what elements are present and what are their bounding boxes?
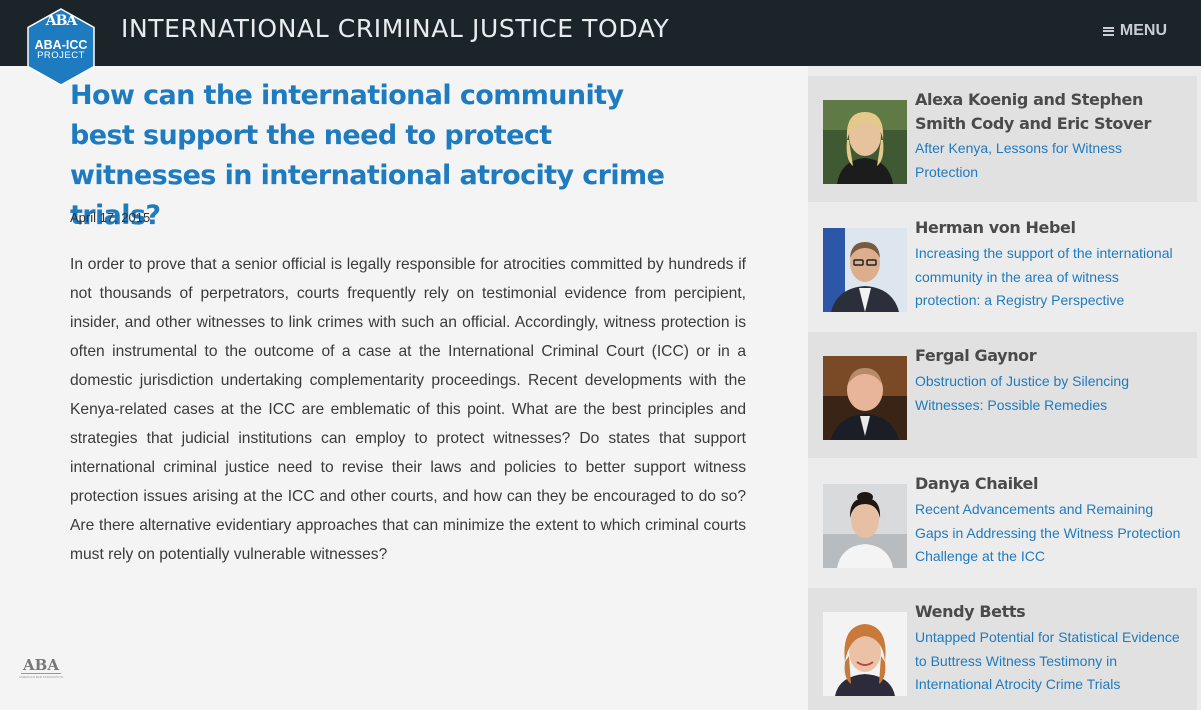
menu-label: MENU xyxy=(1119,22,1167,39)
contributor-photo[interactable] xyxy=(823,228,907,312)
article-title: How can the international community best… xyxy=(70,80,665,231)
contributor-photo[interactable] xyxy=(823,484,907,568)
contributor-photo[interactable] xyxy=(823,356,907,440)
aba-footer-logo-icon[interactable]: ABA AMERICAN BAR ASSOCIATION xyxy=(18,655,64,679)
article-body: In order to prove that a senior official… xyxy=(70,256,746,563)
sidebar-item[interactable]: Herman von Hebel Increasing the support … xyxy=(808,204,1197,330)
article-link[interactable]: Recent Advancements and Remaining Gaps i… xyxy=(915,498,1187,569)
logo-aba-mark: ABA xyxy=(45,13,78,29)
contributor-photo[interactable] xyxy=(823,100,907,184)
sidebar-item[interactable]: Fergal Gaynor Obstruction of Justice by … xyxy=(808,332,1197,458)
contributor-name: Alexa Koenig and Stephen Smith Cody and … xyxy=(915,90,1151,133)
sidebar-item[interactable]: Wendy Betts Untapped Potential for Stati… xyxy=(808,588,1197,710)
article-link[interactable]: Untapped Potential for Statistical Evide… xyxy=(915,626,1187,697)
contributor-name: Herman von Hebel xyxy=(915,218,1076,237)
contributor-name: Wendy Betts xyxy=(915,602,1026,621)
logo-text-line2: PROJECT xyxy=(37,50,85,61)
article-link[interactable]: After Kenya, Lessons for Witness Protect… xyxy=(915,137,1187,184)
article-link[interactable]: Obstruction of Justice by Silencing Witn… xyxy=(915,370,1187,417)
contributor-name: Danya Chaikel xyxy=(915,474,1039,493)
menu-button[interactable]: MENU xyxy=(1102,22,1167,40)
article-link[interactable]: Increasing the support of the internatio… xyxy=(915,242,1187,313)
contributors-sidebar: Alexa Koenig and Stephen Smith Cody and … xyxy=(808,66,1201,710)
sidebar-item[interactable]: Danya Chaikel Recent Advancements and Re… xyxy=(808,460,1197,586)
site-title[interactable]: INTERNATIONAL CRIMINAL JUSTICE TODAY xyxy=(121,14,669,43)
contributor-photo[interactable] xyxy=(823,612,907,696)
hamburger-icon xyxy=(1102,26,1114,36)
sidebar-item[interactable]: Alexa Koenig and Stephen Smith Cody and … xyxy=(808,76,1197,202)
svg-text:ABA: ABA xyxy=(22,656,59,674)
article-date: April 17, 2015 xyxy=(70,210,151,225)
svg-text:AMERICAN BAR ASSOCIATION: AMERICAN BAR ASSOCIATION xyxy=(19,675,63,679)
contributor-name: Fergal Gaynor xyxy=(915,346,1037,365)
main-article: How can the international community best… xyxy=(70,76,746,563)
top-navigation-bar: INTERNATIONAL CRIMINAL JUSTICE TODAY MEN… xyxy=(0,0,1201,66)
